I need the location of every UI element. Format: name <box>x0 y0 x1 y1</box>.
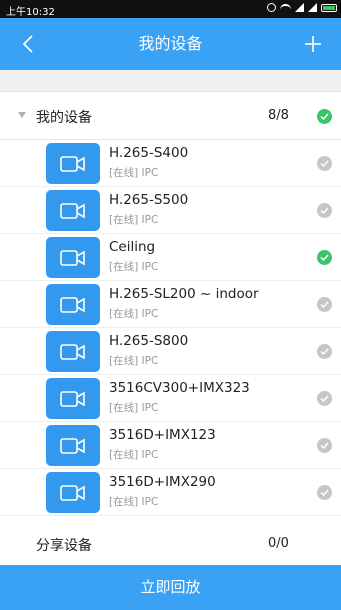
alarm-icon <box>267 3 276 12</box>
shared-devices-title: 分享设备 <box>36 538 92 554</box>
device-name: H.265-S800 <box>109 333 189 349</box>
device-row[interactable]: H.265-S500 [在线] IPC <box>0 187 341 234</box>
shared-devices-count: 0/0 <box>268 536 289 551</box>
device-status: [在线] IPC <box>109 496 159 508</box>
signal-icon <box>308 3 317 12</box>
device-status: [在线] IPC <box>109 449 159 461</box>
page-title: 我的设备 <box>138 34 203 53</box>
status-bar: 上午10:32 <box>0 0 341 18</box>
camera-icon <box>46 284 100 325</box>
shared-devices-row[interactable]: 分享设备 0/0 <box>0 521 341 565</box>
check-icon[interactable] <box>317 203 332 218</box>
camera-icon <box>46 237 100 278</box>
check-icon[interactable] <box>317 156 332 171</box>
device-name: H.265-S400 <box>109 145 189 161</box>
camera-icon <box>46 143 100 184</box>
device-status: [在线] IPC <box>109 355 159 367</box>
device-row[interactable]: H.265-S400 [在线] IPC <box>0 140 341 187</box>
device-row[interactable]: 3516CV300+IMX323 [在线] IPC <box>0 375 341 422</box>
camera-icon <box>46 331 100 372</box>
device-status: [在线] IPC <box>109 167 159 179</box>
check-icon[interactable] <box>317 438 332 453</box>
device-row[interactable]: H.265-S800 [在线] IPC <box>0 328 341 375</box>
section-spacer <box>0 70 341 92</box>
app-header: 我的设备 <box>0 18 341 70</box>
camera-icon <box>46 190 100 231</box>
wifi-icon <box>280 3 291 12</box>
signal-icon <box>295 3 304 12</box>
camera-icon <box>46 425 100 466</box>
device-status: [在线] IPC <box>109 402 159 414</box>
chevron-left-icon <box>22 35 33 53</box>
group-title: 我的设备 <box>36 110 92 126</box>
plus-icon <box>305 36 321 52</box>
caret-down-icon[interactable] <box>18 112 26 118</box>
status-time: 上午10:32 <box>6 7 55 18</box>
device-status: [在线] IPC <box>109 261 159 273</box>
battery-icon <box>321 3 337 12</box>
device-status: [在线] IPC <box>109 214 159 226</box>
device-name: H.265-S500 <box>109 192 189 208</box>
back-button[interactable] <box>6 18 50 70</box>
check-icon[interactable] <box>317 391 332 406</box>
device-name: 3516D+IMX290 <box>109 474 216 490</box>
group-count: 8/8 <box>268 108 289 123</box>
device-group-header[interactable]: 我的设备 8/8 <box>0 92 341 140</box>
check-icon[interactable] <box>317 344 332 359</box>
check-icon[interactable] <box>317 297 332 312</box>
add-device-button[interactable] <box>291 18 335 70</box>
device-name: 3516D+IMX123 <box>109 427 216 443</box>
check-icon[interactable] <box>317 250 332 265</box>
device-name: 3516CV300+IMX323 <box>109 380 250 396</box>
playback-button[interactable]: 立即回放 <box>0 565 341 610</box>
status-icons <box>267 3 337 12</box>
select-all-check-icon[interactable] <box>317 109 332 124</box>
device-name: Ceiling <box>109 239 156 255</box>
device-row[interactable]: Ceiling [在线] IPC <box>0 234 341 281</box>
camera-icon <box>46 378 100 419</box>
device-row[interactable]: H.265-SL200 ~ indoor [在线] IPC <box>0 281 341 328</box>
check-icon[interactable] <box>317 485 332 500</box>
device-row[interactable]: 3516D+IMX290 [在线] IPC <box>0 469 341 516</box>
camera-icon <box>46 472 100 513</box>
device-status: [在线] IPC <box>109 308 159 320</box>
device-name: H.265-SL200 ~ indoor <box>109 286 259 302</box>
device-row[interactable]: 3516D+IMX123 [在线] IPC <box>0 422 341 469</box>
device-list: H.265-S400 [在线] IPC H.265-S500 [在线] IPC … <box>0 140 341 516</box>
